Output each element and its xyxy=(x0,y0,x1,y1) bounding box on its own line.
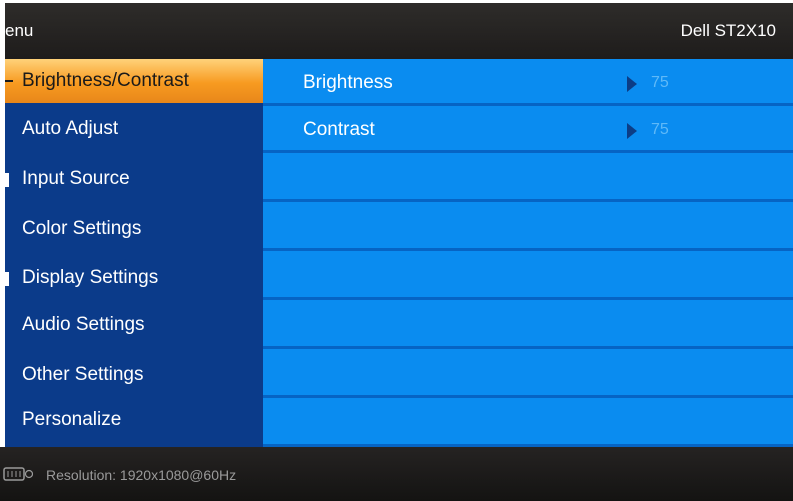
setting-label: Contrast xyxy=(303,119,375,140)
menu-item-brightness-contrast[interactable]: Brightness/Contrast xyxy=(5,59,263,103)
empty-row xyxy=(263,402,793,447)
menu-item-label: Other Settings xyxy=(22,364,144,385)
empty-row xyxy=(263,353,793,398)
setting-row-brightness[interactable]: Brightness 75 xyxy=(263,61,793,106)
menu-item-label: Display Settings xyxy=(22,267,159,288)
status-bar: Resolution: 1920x1080@60Hz xyxy=(0,447,793,501)
main-menu: Brightness/Contrast Auto Adjust Input So… xyxy=(5,59,263,447)
setting-row-contrast[interactable]: Contrast 75 xyxy=(263,108,793,153)
menu-item-audio-settings[interactable]: Audio Settings xyxy=(5,303,263,347)
menu-item-other-settings[interactable]: Other Settings xyxy=(5,353,263,397)
menu-item-color-settings[interactable]: Color Settings xyxy=(5,207,263,251)
menu-title: enu xyxy=(5,21,34,40)
menu-item-auto-adjust[interactable]: Auto Adjust xyxy=(5,107,263,151)
item-edge-marker xyxy=(5,173,9,187)
submenu-panel: Brightness 75 Contrast 75 xyxy=(263,59,793,447)
selection-marker xyxy=(5,80,13,82)
empty-row xyxy=(263,157,793,202)
setting-value: 75 xyxy=(651,74,669,91)
empty-row xyxy=(263,255,793,300)
video-port-icon xyxy=(3,467,33,481)
menu-item-label: Brightness/Contrast xyxy=(22,70,189,91)
resolution-info: Resolution: 1920x1080@60Hz xyxy=(46,467,237,483)
menu-item-label: Input Source xyxy=(22,168,130,189)
empty-row xyxy=(263,206,793,251)
menu-item-personalize[interactable]: Personalize xyxy=(5,398,263,442)
menu-item-display-settings[interactable]: Display Settings xyxy=(5,256,263,300)
osd-menu: enu Dell ST2X10 Brightness/Contrast Auto… xyxy=(0,0,793,501)
menu-item-label: Audio Settings xyxy=(22,314,145,335)
item-edge-marker xyxy=(5,272,9,286)
menu-item-label: Auto Adjust xyxy=(22,118,119,139)
menu-item-label: Color Settings xyxy=(22,218,142,239)
play-arrow-icon[interactable] xyxy=(627,123,637,139)
monitor-model: Dell ST2X10 xyxy=(680,21,776,40)
empty-row xyxy=(263,304,793,349)
header-bar: enu Dell ST2X10 xyxy=(5,3,793,59)
menu-item-label: Personalize xyxy=(22,409,122,430)
setting-value: 75 xyxy=(651,121,669,138)
setting-label: Brightness xyxy=(303,72,393,93)
menu-item-input-source[interactable]: Input Source xyxy=(5,157,263,201)
play-arrow-icon[interactable] xyxy=(627,76,637,92)
